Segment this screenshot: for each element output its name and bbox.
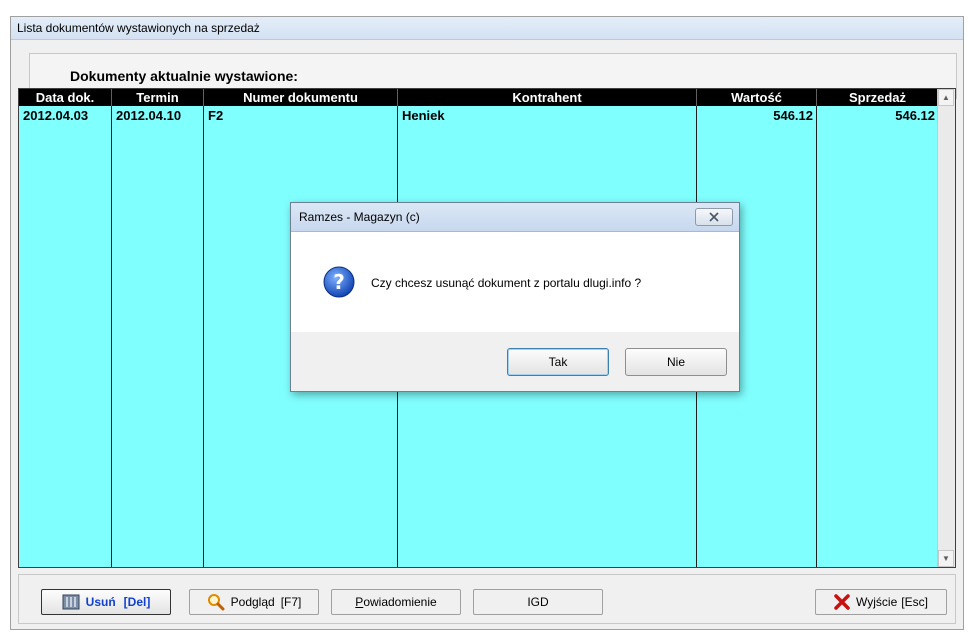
yes-label: Tak — [548, 355, 568, 369]
preview-button[interactable]: Podgląd [F7] — [189, 589, 319, 615]
column-termin — [112, 89, 204, 567]
header-cell[interactable]: Numer dokumentu — [204, 89, 398, 106]
close-button[interactable] — [695, 208, 733, 226]
header-cell[interactable]: Kontrahent — [398, 89, 697, 106]
preview-label: Podgląd — [230, 595, 275, 609]
cell-data-dok: 2012.04.03 — [23, 108, 89, 123]
grid-header: Data dok. Termin Numer dokumentu Kontrah… — [19, 89, 939, 106]
delete-button[interactable]: Usuń [Del] — [41, 589, 171, 615]
preview-shortcut: [F7] — [280, 595, 302, 609]
magnifier-icon — [207, 593, 225, 611]
confirm-dialog: Ramzes - Magazyn (c) ? Czy chcesz usunąć… — [290, 202, 740, 392]
delete-label: Usuń — [85, 595, 116, 609]
dialog-body: ? Czy chcesz usunąć dokument z portalu d… — [291, 232, 739, 332]
red-x-icon — [834, 594, 850, 610]
igd-label: IGD — [527, 595, 549, 609]
no-label: Nie — [666, 355, 685, 369]
yes-button[interactable]: Tak — [507, 348, 609, 376]
cell-wartosc: 546.12 — [773, 108, 813, 123]
header-cell[interactable]: Termin — [112, 89, 204, 106]
question-icon: ? — [323, 266, 355, 301]
dialog-message: Czy chcesz usunąć dokument z portalu dlu… — [371, 276, 642, 290]
bottom-toolbar: Usuń [Del] Podgląd [F7] Powiadomienie IG… — [18, 574, 956, 624]
trash-icon — [62, 594, 80, 610]
no-button[interactable]: Nie — [625, 348, 727, 376]
header-label: Dokumenty aktualnie wystawione: — [70, 68, 298, 84]
header-cell[interactable]: Data dok. — [19, 89, 112, 106]
cell-sprzedaz: 546.12 — [895, 108, 935, 123]
cell-kontrahent: Heniek — [402, 108, 445, 123]
header-cell[interactable]: Wartość — [697, 89, 817, 106]
dialog-title: Ramzes - Magazyn (c) — [291, 203, 739, 232]
notify-label: owiadomienie — [363, 595, 437, 609]
vertical-scrollbar[interactable]: ▲ ▼ — [937, 89, 955, 567]
delete-shortcut: [Del] — [123, 595, 151, 609]
exit-label: Wyjście — [856, 595, 898, 609]
column-sprzedaz — [817, 89, 939, 567]
window-title: Lista dokumentów wystawionych na sprzeda… — [11, 17, 963, 40]
scroll-up-arrow-icon[interactable]: ▲ — [938, 89, 954, 106]
close-icon — [709, 212, 719, 222]
column-data-dok — [19, 89, 112, 567]
exit-button[interactable]: Wyjście [Esc] — [815, 589, 947, 615]
cell-termin: 2012.04.10 — [116, 108, 182, 123]
header-cell[interactable]: Sprzedaż — [817, 89, 939, 106]
cell-numer-dokumentu: F2 — [208, 108, 224, 123]
notify-label-mnemonic: P — [355, 595, 364, 609]
notify-button[interactable]: Powiadomienie — [331, 589, 461, 615]
exit-shortcut: [Esc] — [901, 595, 928, 609]
scroll-down-arrow-icon[interactable]: ▼ — [938, 550, 954, 567]
svg-text:?: ? — [333, 270, 345, 294]
igd-button[interactable]: IGD — [473, 589, 603, 615]
